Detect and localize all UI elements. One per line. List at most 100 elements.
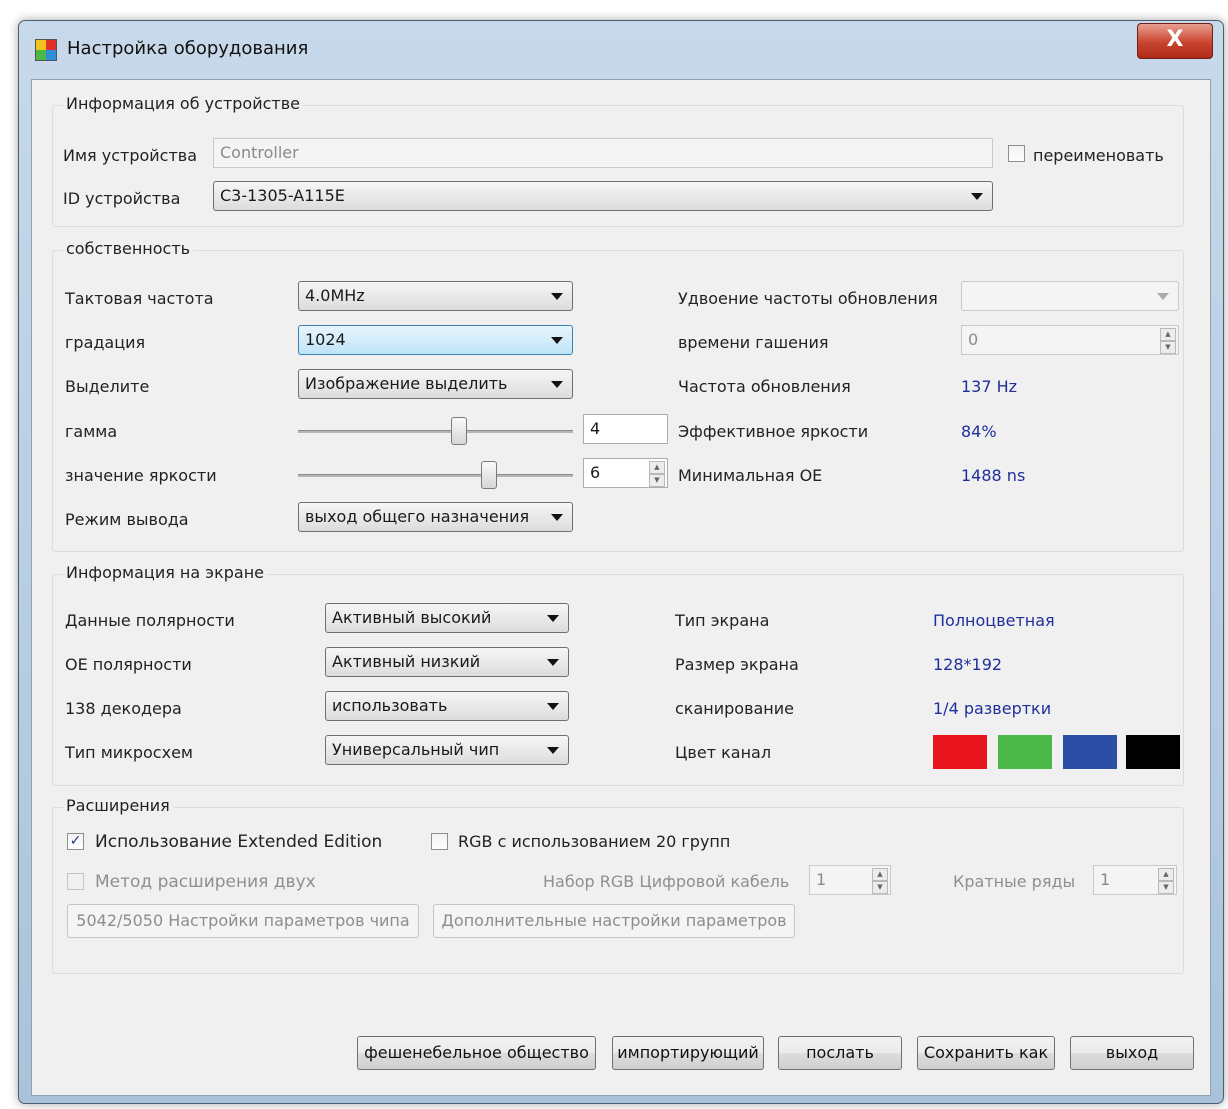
- refresh-double-combo[interactable]: [961, 281, 1179, 311]
- brightness-spinbox[interactable]: 6 ▲ ▼: [583, 458, 668, 488]
- extended-edition-label: Использование Extended Edition: [95, 832, 383, 852]
- rgb-cable-value: 1: [816, 870, 827, 889]
- gradation-combo[interactable]: 1024: [298, 325, 573, 355]
- extra-params-button[interactable]: Дополнительные настройки параметров: [433, 904, 795, 938]
- title-bar[interactable]: Настройка оборудования X: [19, 21, 1223, 79]
- spin-down-icon[interactable]: ▼: [1158, 881, 1174, 894]
- brightness-slider-track[interactable]: [298, 474, 573, 477]
- brightness-slider-handle[interactable]: [481, 461, 497, 489]
- multiple-rows-label: Кратные ряды: [953, 872, 1076, 891]
- decoder-combo[interactable]: использовать: [325, 691, 569, 721]
- app-logo-icon: [35, 39, 57, 61]
- dialog-body: Информация об устройстве Имя устройства …: [31, 79, 1211, 1096]
- scan-label: сканирование: [675, 699, 795, 718]
- device-name-label: Имя устройства: [63, 146, 198, 165]
- device-id-label: ID устройства: [63, 189, 181, 208]
- rgb-cable-spinbox[interactable]: 1 ▲ ▼: [809, 865, 891, 895]
- oe-polarity-combo[interactable]: Активный низкий: [325, 647, 569, 677]
- gradation-value: 1024: [305, 330, 346, 349]
- output-mode-value: выход общего назначения: [305, 507, 530, 526]
- oe-polarity-value: Активный низкий: [332, 652, 481, 671]
- chevron-down-icon: [551, 514, 563, 521]
- chip-type-combo[interactable]: Универсальный чип: [325, 735, 569, 765]
- decoder-label: 138 декодера: [65, 699, 182, 718]
- properties-title: собственность: [63, 239, 194, 258]
- blanking-spinbox[interactable]: 0 ▲ ▼: [961, 325, 1179, 355]
- send-button[interactable]: послать: [778, 1036, 902, 1070]
- exit-button[interactable]: выход: [1070, 1036, 1194, 1070]
- spin-buttons[interactable]: ▲ ▼: [872, 868, 888, 894]
- spin-up-icon[interactable]: ▲: [1160, 328, 1176, 341]
- double-extension-label: Метод расширения двух: [95, 872, 316, 892]
- decoder-value: использовать: [332, 696, 448, 715]
- gamma-slider-track[interactable]: [298, 430, 573, 433]
- save-as-button[interactable]: Сохранить как: [917, 1036, 1055, 1070]
- close-button[interactable]: X: [1137, 23, 1213, 59]
- spin-buttons[interactable]: ▲ ▼: [649, 461, 665, 487]
- clock-combo[interactable]: 4.0MHz: [298, 281, 573, 311]
- chevron-down-icon: [551, 337, 563, 344]
- spin-down-icon[interactable]: ▼: [1160, 341, 1176, 354]
- effective-brightness-label: Эффективное яркости: [678, 422, 869, 441]
- blanking-value: 0: [968, 330, 979, 349]
- spin-up-icon[interactable]: ▲: [872, 868, 888, 881]
- brightness-label: значение яркости: [65, 466, 217, 485]
- output-mode-combo[interactable]: выход общего назначения: [298, 502, 573, 532]
- color-channel-swatch-red[interactable]: [933, 735, 987, 769]
- data-polarity-combo[interactable]: Активный высокий: [325, 603, 569, 633]
- chevron-down-icon: [551, 293, 563, 300]
- hardware-settings-window: Настройка оборудования X Информация об у…: [18, 20, 1224, 1104]
- spin-buttons[interactable]: ▲ ▼: [1158, 868, 1174, 894]
- rename-checkbox[interactable]: [1008, 145, 1025, 162]
- screen-type-value: Полноцветная: [933, 611, 1055, 630]
- chevron-down-icon: [547, 747, 559, 754]
- chevron-down-icon: [971, 193, 983, 200]
- screen-type-label: Тип экрана: [675, 611, 770, 630]
- device-name-field[interactable]: Controller: [213, 138, 993, 168]
- color-channel-label: Цвет канал: [675, 743, 772, 762]
- device-id-combo[interactable]: C3-1305-A115E: [213, 181, 993, 211]
- chip-params-button[interactable]: 5042/5050 Настройки параметров чипа: [67, 904, 419, 938]
- refresh-rate-label: Частота обновления: [678, 377, 851, 396]
- oe-polarity-label: ОЕ полярности: [65, 655, 192, 674]
- data-polarity-label: Данные полярности: [65, 611, 235, 630]
- chip-type-label: Тип микросхем: [65, 743, 193, 762]
- select-combo[interactable]: Изображение выделить: [298, 369, 573, 399]
- multiple-rows-spinbox[interactable]: 1 ▲ ▼: [1093, 865, 1177, 895]
- rgb20-checkbox[interactable]: [431, 833, 448, 850]
- gamma-slider-handle[interactable]: [451, 417, 467, 445]
- fashion-button[interactable]: фешенебельное общество: [357, 1036, 596, 1070]
- extensions-title: Расширения: [63, 796, 173, 815]
- rgb-cable-label: Набор RGB Цифровой кабель: [543, 872, 790, 891]
- chevron-down-icon: [547, 659, 559, 666]
- window-title: Настройка оборудования: [67, 38, 309, 59]
- screen-info-title: Информация на экране: [63, 563, 267, 582]
- spin-down-icon[interactable]: ▼: [649, 474, 665, 487]
- chip-type-value: Универсальный чип: [332, 740, 500, 759]
- device-info-group: Информация об устройстве Имя устройства …: [52, 94, 1184, 227]
- color-channel-swatch-green[interactable]: [998, 735, 1052, 769]
- gradation-label: градация: [65, 333, 146, 352]
- spin-down-icon[interactable]: ▼: [872, 881, 888, 894]
- import-button[interactable]: импортирующий: [612, 1036, 764, 1070]
- min-oe-label: Минимальная ОЕ: [678, 466, 823, 485]
- color-channel-swatch-blue[interactable]: [1063, 735, 1117, 769]
- spin-up-icon[interactable]: ▲: [649, 461, 665, 474]
- spin-up-icon[interactable]: ▲: [1158, 868, 1174, 881]
- color-channel-swatch-black[interactable]: [1126, 735, 1180, 769]
- extended-edition-checkbox[interactable]: ✓: [67, 833, 84, 850]
- rgb20-label: RGB с использованием 20 групп: [458, 832, 731, 851]
- double-extension-checkbox[interactable]: [67, 873, 84, 890]
- screen-size-value: 128*192: [933, 655, 1003, 674]
- effective-brightness-value: 84%: [961, 422, 997, 441]
- multiple-rows-value: 1: [1100, 870, 1111, 889]
- min-oe-value: 1488 ns: [961, 466, 1026, 485]
- blanking-label: времени гашения: [678, 333, 829, 352]
- data-polarity-value: Активный высокий: [332, 608, 492, 627]
- gamma-field[interactable]: 4: [583, 414, 668, 444]
- chevron-down-icon: [551, 381, 563, 388]
- chevron-down-icon: [547, 615, 559, 622]
- spin-buttons[interactable]: ▲ ▼: [1160, 328, 1176, 354]
- refresh-rate-value: 137 Hz: [961, 377, 1018, 396]
- select-label: Выделите: [65, 377, 150, 396]
